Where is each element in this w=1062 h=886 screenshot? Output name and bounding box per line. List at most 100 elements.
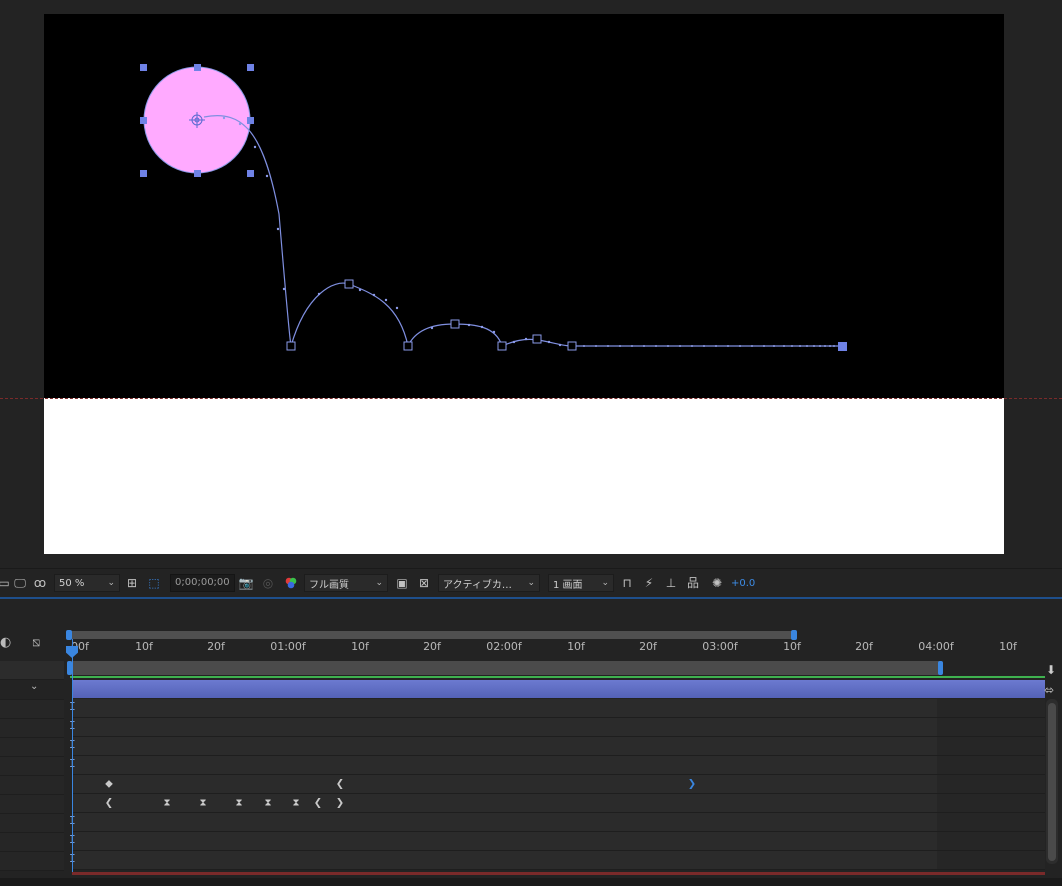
guide-line [0, 398, 1062, 399]
cache-indicator [70, 676, 1045, 678]
fast-previews-icon[interactable]: ⚡ [641, 574, 657, 592]
left-row[interactable]: ⌄ [0, 681, 64, 700]
motion-path[interactable] [203, 115, 843, 348]
time-navigator[interactable] [66, 630, 797, 640]
ruler-tick: 20f [207, 640, 225, 653]
resolution-value: フル画質 [309, 579, 349, 591]
motion-path-overlay [140, 64, 847, 351]
property-row [72, 832, 1045, 851]
transparency-grid-icon[interactable]: ⊠ [416, 574, 432, 592]
timeline-footer [0, 878, 1062, 886]
work-area-end-handle[interactable] [938, 661, 943, 675]
current-time-indicator[interactable] [72, 639, 73, 875]
composition-viewer[interactable] [0, 0, 1062, 568]
ruler-tick: 02:00f [486, 640, 522, 653]
ruler-tick: 20f [423, 640, 441, 653]
ruler-tick: 20f [855, 640, 873, 653]
timecode-field[interactable]: 0;00;00;00 [170, 574, 235, 592]
views-dropdown[interactable]: 1 画面 ⌄ [548, 574, 614, 592]
background-area [44, 398, 1004, 554]
comp-button-icon[interactable]: ⬄ [1044, 683, 1054, 697]
left-row [0, 833, 64, 852]
keyframe-ease-icon[interactable]: ❯ [336, 798, 344, 809]
left-row [0, 700, 64, 719]
property-row [72, 813, 1045, 832]
property-row [72, 718, 1045, 737]
property-row [72, 794, 1045, 813]
camera-view-value: アクティブカ… [443, 579, 512, 591]
mask-icon[interactable]: ꝏ [32, 574, 48, 592]
camera-icon[interactable]: 📷 [238, 574, 254, 592]
mask-path-icon[interactable]: ⬚ [146, 574, 162, 592]
composition-canvas[interactable] [44, 14, 1004, 398]
property-row [72, 756, 1045, 775]
path-keyframes[interactable] [286, 279, 577, 351]
chevron-down-icon: ⌄ [107, 578, 115, 588]
time-ruler[interactable]: 00f 10f 20f 01:00f 10f 20f 02:00f 10f 20… [64, 639, 1046, 659]
region-of-interest-icon[interactable]: ▣ [394, 574, 410, 592]
ruler-tick: 01:00f [270, 640, 306, 653]
left-row [0, 738, 64, 757]
layer-panel: ◐ ⧅ ⌄ [0, 599, 64, 886]
views-value: 1 画面 [553, 579, 583, 591]
path-end-keyframe[interactable] [838, 342, 847, 351]
keyframe-ease-icon[interactable]: ❮ [314, 798, 322, 809]
timeline-panel: ◐ ⧅ ⌄ 00f 10f 20f 01:00f 10f 20f 02:00f … [0, 599, 1062, 886]
left-row [0, 776, 64, 795]
keyframe-hold-icon[interactable]: ⧗ [264, 798, 271, 809]
work-area-bar[interactable] [67, 661, 943, 675]
left-row [0, 661, 64, 680]
chevron-down-icon[interactable]: ⌄ [30, 681, 38, 692]
ruler-tick: 10f [135, 640, 153, 653]
left-row [0, 757, 64, 776]
property-rows [72, 699, 1045, 870]
show-snapshot-icon[interactable]: ◎ [260, 574, 276, 592]
timeline-icon[interactable]: ⊥ [663, 574, 679, 592]
exposure-icon[interactable]: ✺ [709, 574, 725, 592]
ruler-tick: 20f [639, 640, 657, 653]
layer-duration-bar[interactable] [72, 680, 1045, 698]
vertical-scrollbar[interactable] [1046, 699, 1058, 864]
chevron-down-icon: ⌄ [527, 578, 535, 588]
zoom-dropdown[interactable]: 50 % ⌄ [54, 574, 120, 592]
ruler-tick: 10f [783, 640, 801, 653]
property-row [72, 699, 1045, 718]
ruler-tick: 10f [999, 640, 1017, 653]
current-time: 0;00;00;00 [170, 574, 235, 592]
keyframe-hold-icon[interactable]: ⧗ [292, 798, 299, 809]
left-row [0, 852, 64, 871]
marker-icon[interactable]: ⬇ [1046, 663, 1056, 677]
rgb-channels-icon[interactable] [283, 574, 299, 592]
keyframe-icon[interactable]: ◆ [105, 779, 113, 790]
monitor-icon[interactable]: ▭ [0, 574, 12, 592]
ruler-tick: 03:00f [702, 640, 738, 653]
left-row [0, 719, 64, 738]
property-row [72, 775, 1045, 794]
camera-view-dropdown[interactable]: アクティブカ… ⌄ [438, 574, 540, 592]
chevron-down-icon: ⌄ [601, 578, 609, 588]
ruler-tick: 10f [351, 640, 369, 653]
monitor-icon[interactable]: 🖵 [12, 574, 28, 592]
zoom-value: 50 % [59, 577, 85, 589]
keyframe-ease-icon[interactable]: ❯ [688, 779, 696, 790]
flowchart-icon[interactable]: 品 [685, 574, 701, 592]
keyframe-hold-icon[interactable]: ⧗ [163, 798, 170, 809]
graph-editor-icon[interactable]: ⧅ [32, 635, 40, 650]
property-row [72, 737, 1045, 756]
region-icon[interactable]: ⊞ [124, 574, 140, 592]
render-bar [72, 872, 1045, 875]
keyframe-hold-icon[interactable]: ⧗ [235, 798, 242, 809]
keyframe-ease-icon[interactable]: ❮ [105, 798, 113, 809]
toggle-pixel-aspect-icon[interactable]: ⊓ [619, 574, 635, 592]
keyframe-ease-icon[interactable]: ❮ [336, 779, 344, 790]
exposure-value[interactable]: +0.0 [731, 574, 755, 592]
left-row [0, 814, 64, 833]
keyframe-hold-icon[interactable]: ⧗ [199, 798, 206, 809]
viewer-toolbar: ▭ 🖵 ꝏ 50 % ⌄ ⊞ ⬚ 0;00;00;00 📷 ◎ フル画質 ⌄ ▣ ⊠… [0, 568, 1062, 596]
property-row [72, 851, 1045, 870]
chevron-down-icon: ⌄ [375, 578, 383, 588]
left-row [0, 795, 64, 814]
ruler-tick: 10f [567, 640, 585, 653]
motion-blur-icon[interactable]: ◐ [0, 635, 11, 650]
resolution-dropdown[interactable]: フル画質 ⌄ [304, 574, 388, 592]
